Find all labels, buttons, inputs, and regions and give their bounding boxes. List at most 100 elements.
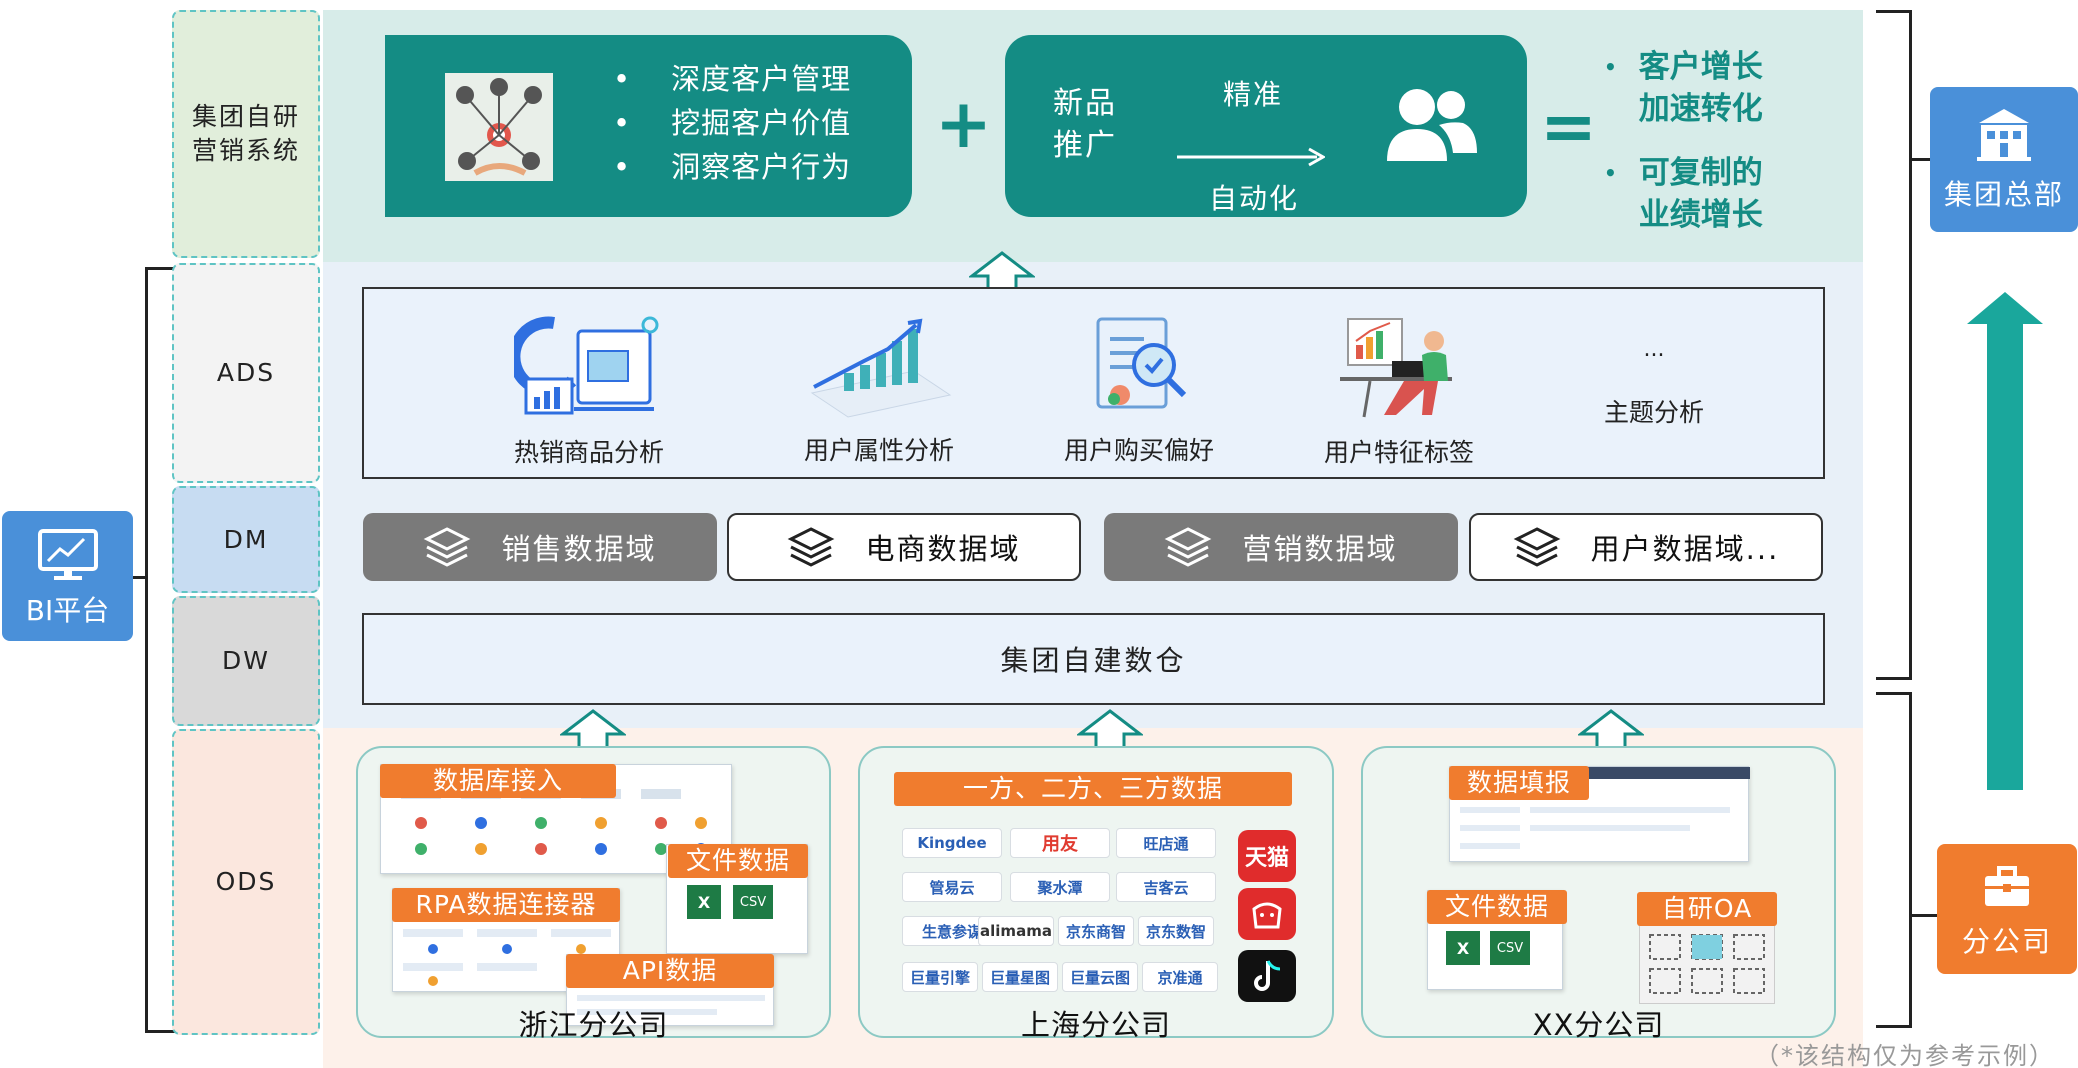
domain-marketing[interactable]: 营销数据域 bbox=[1104, 513, 1458, 581]
app-tmall-icon: 天猫 bbox=[1238, 830, 1296, 882]
marketing-network-image bbox=[445, 73, 553, 181]
dw-label: 集团自建数仓 bbox=[1000, 644, 1187, 677]
app-pinduoduo-icon bbox=[1238, 888, 1296, 940]
tag-file-data: 文件数据 bbox=[668, 844, 808, 878]
users-icon bbox=[1383, 83, 1479, 171]
layer-ads-label: ADS bbox=[216, 358, 276, 388]
left-bracket bbox=[145, 267, 175, 1033]
domain-label: 电商数据域 bbox=[865, 532, 1021, 566]
bullet-item: • 挖掘客户价值 bbox=[613, 106, 852, 140]
domain-label: 营销数据域 bbox=[1242, 532, 1398, 566]
app-douyin-icon bbox=[1238, 950, 1296, 1002]
logo-juliang-yuntu: 巨量云图 bbox=[1062, 962, 1138, 992]
arrow-top-label: 精准 bbox=[1223, 78, 1284, 111]
ads-item-user-attributes[interactable]: 用户属性分析 bbox=[789, 311, 969, 467]
bi-platform-box[interactable]: BI平台 bbox=[2, 511, 133, 641]
logo-yonyou: 用友 bbox=[1010, 828, 1110, 858]
result-item: • 客户增长 加速转化 bbox=[1604, 49, 1763, 127]
bar-growth-icon bbox=[804, 311, 954, 419]
tag-rpa-connector: RPA数据连接器 bbox=[392, 888, 620, 922]
plus-sign: + bbox=[935, 85, 992, 164]
tag-file-data: 文件数据 bbox=[1427, 890, 1567, 924]
hq-connector bbox=[1910, 158, 1932, 161]
briefcase-icon bbox=[1937, 864, 2077, 914]
tag-data-entry: 数据填报 bbox=[1449, 766, 1589, 800]
branch-box[interactable]: 分公司 bbox=[1937, 844, 2077, 974]
ads-item-hot-products[interactable]: 热销商品分析 bbox=[499, 311, 679, 469]
domain-label: 用户数据域... bbox=[1590, 532, 1780, 566]
layers-icon bbox=[1513, 525, 1561, 569]
branch-shanghai: 一方、二方、三方数据 Kingdee 用友 旺店通 管易云 聚水潭 吉客云 生意… bbox=[858, 746, 1334, 1042]
right-bracket-top bbox=[1876, 10, 1912, 680]
layer-dm-label: DM bbox=[223, 524, 269, 554]
monitor-chart-icon bbox=[2, 527, 133, 587]
oa-screenshot bbox=[1639, 914, 1775, 1004]
new-product-label: 新品 推广 bbox=[1053, 86, 1117, 163]
branch-connector bbox=[1910, 914, 1938, 917]
tag-party-data: 一方、二方、三方数据 bbox=[894, 772, 1292, 806]
arrow-bottom-label: 自动化 bbox=[1209, 182, 1300, 215]
tag-database-access: 数据库接入 bbox=[380, 764, 616, 798]
csv-file-icon: CSV bbox=[733, 885, 773, 919]
csv-file-icon: CSV bbox=[1490, 931, 1530, 965]
layer-dw: DW bbox=[172, 596, 320, 726]
person-laptop-icon bbox=[1334, 311, 1464, 421]
big-up-arrow-icon bbox=[1965, 292, 2045, 796]
excel-file-icon: X bbox=[687, 885, 721, 919]
layers-icon bbox=[787, 525, 835, 569]
ads-item-label: 用户属性分析 bbox=[803, 436, 954, 465]
customer-bullets: • 深度客户管理 • 挖掘客户价值 • 洞察客户行为 bbox=[613, 57, 851, 189]
ads-panel: 热销商品分析 用户属性分析 用户购买偏好 用户特征标签 ... 主题分析 bbox=[362, 287, 1825, 479]
layers-icon bbox=[423, 525, 471, 569]
bullet-item: • 洞察客户行为 bbox=[613, 150, 852, 184]
hq-box[interactable]: 集团总部 bbox=[1930, 87, 2078, 232]
logo-jingzhuntong: 京准通 bbox=[1142, 962, 1218, 992]
domain-ecommerce[interactable]: 电商数据域 bbox=[727, 513, 1081, 581]
layer-dm: DM bbox=[172, 486, 320, 593]
ads-ellipsis: ... bbox=[1643, 337, 1665, 362]
branch-name: 上海分公司 bbox=[1020, 1008, 1171, 1042]
branch-xx: 数据填报 X CSV 文件数据 自研OA XX分公司 bbox=[1361, 746, 1836, 1042]
right-arrow-icon bbox=[1177, 147, 1327, 171]
reference-note: （*该结构仅为参考示例） bbox=[1755, 1042, 2055, 1068]
logo-jushuitan: 聚水潭 bbox=[1010, 872, 1110, 902]
excel-file-icon: X bbox=[1446, 931, 1480, 965]
domain-user[interactable]: 用户数据域... bbox=[1469, 513, 1823, 581]
layer-ods: ODS bbox=[172, 729, 320, 1035]
ads-item-topic-analysis[interactable]: ... 主题分析 bbox=[1564, 337, 1744, 429]
ads-item-label: 用户特征标签 bbox=[1323, 438, 1474, 467]
logo-jd-shuzhi: 京东数智 bbox=[1138, 916, 1214, 946]
layer-marketing-system: 集团自研 营销系统 bbox=[172, 10, 320, 258]
result-list: • 客户增长 加速转化 • 可复制的 业绩增长 bbox=[1604, 46, 1763, 236]
logo-jd-shangzhi: 京东商智 bbox=[1058, 916, 1134, 946]
result-item: • 可复制的 业绩增长 bbox=[1604, 155, 1763, 233]
layer-dw-label: DW bbox=[222, 646, 270, 676]
new-product-card: 新品 推广 精准 自动化 bbox=[1005, 35, 1527, 217]
layer-marketing-system-label: 集团自研 营销系统 bbox=[191, 102, 300, 165]
bi-connector bbox=[133, 576, 147, 579]
domain-sales[interactable]: 销售数据域 bbox=[363, 513, 717, 581]
bullet-item: • 深度客户管理 bbox=[613, 62, 852, 96]
layer-ods-label: ODS bbox=[215, 867, 277, 897]
domain-label: 销售数据域 bbox=[501, 532, 657, 566]
ads-item-label: 热销商品分析 bbox=[513, 438, 664, 467]
branch-zhejiang: 数据库接入 X CSV 文件数据 RPA数据连接器 API数据 浙江分公司 bbox=[356, 746, 831, 1042]
branch-name: 浙江分公司 bbox=[518, 1008, 669, 1042]
ads-item-user-tags[interactable]: 用户特征标签 bbox=[1309, 311, 1489, 469]
right-bracket-bottom bbox=[1876, 692, 1912, 1028]
building-icon bbox=[1930, 105, 2078, 167]
dw-panel: 集团自建数仓 bbox=[362, 613, 1825, 705]
customer-management-card: • 深度客户管理 • 挖掘客户价值 • 洞察客户行为 bbox=[385, 35, 912, 217]
logo-juliang-yinqing: 巨量引擎 bbox=[902, 962, 978, 992]
logo-jikeyun: 吉客云 bbox=[1116, 872, 1216, 902]
hq-label: 集团总部 bbox=[1943, 178, 2064, 211]
logo-juliang-xingtu: 巨量星图 bbox=[982, 962, 1058, 992]
bi-platform-label: BI平台 bbox=[25, 594, 110, 627]
ads-item-purchase-preference[interactable]: 用户购买偏好 bbox=[1049, 311, 1229, 467]
dashboard-chart-icon bbox=[508, 311, 664, 421]
logo-wangdiantong: 旺店通 bbox=[1116, 828, 1216, 858]
layer-ads: ADS bbox=[172, 263, 320, 483]
logo-kingdee: Kingdee bbox=[902, 828, 1002, 858]
layers-icon bbox=[1164, 525, 1212, 569]
ads-item-label: 用户购买偏好 bbox=[1063, 436, 1214, 465]
